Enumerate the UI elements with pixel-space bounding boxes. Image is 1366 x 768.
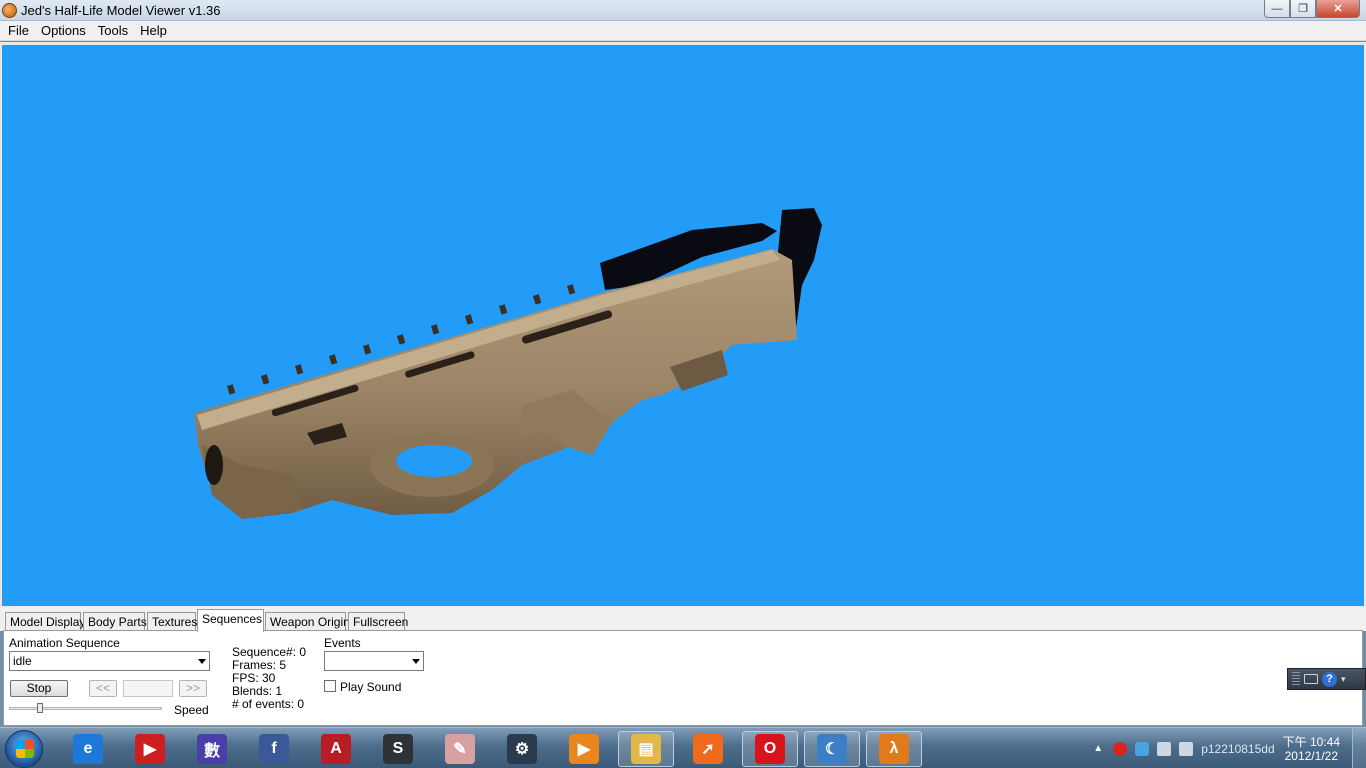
internet-explorer-icon: e [73,734,103,764]
prev-frame-button[interactable]: << [89,680,117,697]
taskbar-app-button[interactable]: ▶ [556,731,612,767]
play-sound-checkbox[interactable] [324,680,336,692]
app-icon [2,3,17,18]
math-app-icon: 數 [197,734,227,764]
model-viewport[interactable] [2,45,1364,606]
tab-textures[interactable]: Textures [147,612,197,631]
animation-sequence-select[interactable]: idle [9,651,210,671]
tray-user-text: p12210815dd [1201,741,1275,756]
antivirus-tray-icon[interactable] [1113,741,1128,756]
tab-model-display[interactable]: Model Display [5,612,85,631]
volume-tray-icon[interactable] [1179,741,1194,756]
next-frame-button[interactable]: >> [179,680,207,697]
speed-slider-thumb[interactable] [36,703,43,713]
frames-text: Frames: 5 [232,658,287,672]
window-controls: — ❐ ✕ [1264,0,1360,18]
frame-input[interactable] [123,680,173,697]
taskbar-app-button[interactable]: S [370,731,426,767]
chevron-down-icon[interactable]: ▾ [1341,674,1346,685]
blends-text: Blends: 1 [232,684,283,698]
window-title: Jed's Half-Life Model Viewer v1.36 [21,3,221,18]
half-life-icon: λ [879,734,909,764]
clock-time: 下午 10:44 [1282,734,1340,749]
menu-bar: File Options Tools Help [0,21,1366,41]
taskbar-app-button[interactable]: ➚ [680,731,736,767]
facebook-icon: f [259,734,289,764]
viewport-frame [0,42,1366,607]
play-sound-label: Play Sound [340,680,402,694]
3dsmax-icon: S [383,734,413,764]
taskbar-app-button[interactable]: λ [866,731,922,767]
events-label: Events [324,636,361,650]
tab-weapon-origin[interactable]: Weapon Origin [265,612,350,631]
autocad-icon: A [321,734,351,764]
tab-sequences[interactable]: Sequences [197,609,264,632]
file-explorer-icon: ▤ [631,734,661,764]
dropbox-tray-icon[interactable] [1135,741,1150,756]
stop-button[interactable]: Stop [10,680,68,697]
tab-strip: Model Display Body Parts Textures Sequen… [0,607,1366,632]
chevron-down-icon [198,659,206,664]
opera-icon: O [755,734,785,764]
speed-slider-track[interactable] [9,707,162,710]
tray-expand-icon[interactable]: ▲ [1093,743,1103,754]
animation-sequence-label: Animation Sequence [9,636,120,650]
weapon-model [194,208,822,519]
arrow-app-icon: ➚ [693,734,723,764]
tab-body-parts[interactable]: Body Parts [83,612,147,631]
maximize-button[interactable]: ❐ [1290,0,1316,18]
show-desktop-button[interactable] [1352,728,1366,768]
menu-file[interactable]: File [2,23,35,38]
keyboard-icon[interactable] [1304,674,1318,684]
youtube-icon: ▶ [135,734,165,764]
taskbar-app-button[interactable]: f [246,731,302,767]
system-tray: ▲ p12210815dd 下午 10:44 2012/1/22 [1093,728,1366,768]
sequence-number-text: Sequence#: 0 [232,645,307,659]
taskbar-app-button[interactable]: e [60,731,116,767]
start-button[interactable] [5,730,43,768]
windows-logo-icon [16,740,34,758]
animation-sequence-value: idle [13,654,32,668]
clock[interactable]: 下午 10:44 2012/1/22 [1283,735,1340,763]
events-count-text: # of events: 0 [232,697,305,711]
help-icon[interactable]: ? [1322,671,1337,687]
chevron-down-icon [412,659,420,664]
title-bar: Jed's Half-Life Model Viewer v1.36 — ❐ ✕ [0,0,1366,21]
taskbar-app-button[interactable]: ▶ [122,731,178,767]
taskbar-app-button[interactable]: ✎ [432,731,488,767]
taskbar-app-button[interactable]: ▤ [618,731,674,767]
anime-app-icon: ✎ [445,734,475,764]
language-bar: ? ▾ [1287,668,1366,690]
minimize-button[interactable]: — [1264,0,1290,18]
events-select[interactable] [324,651,424,671]
grip-handle-icon[interactable] [1292,672,1300,686]
menu-options[interactable]: Options [35,23,92,38]
moon-app-icon: ☾ [817,734,847,764]
clock-date: 2012/1/22 [1284,748,1338,763]
menu-tools[interactable]: Tools [92,23,134,38]
taskbar-app-button[interactable]: O [742,731,798,767]
sequences-panel: Animation Sequence idle Stop << >> Speed… [3,630,1363,726]
taskbar: e ▶ 數 f A S ✎ ⚙ ▶ ▤ ➚ O ☾ λ ▲ p12210815dd 下午 10:44 20… [0,727,1366,768]
network-tray-icon[interactable] [1157,741,1172,756]
taskbar-app-button[interactable]: ⚙ [494,731,550,767]
tab-fullscreen[interactable]: Fullscreen [348,612,408,631]
speed-label: Speed [174,703,209,717]
taskbar-app-button[interactable]: A [308,731,364,767]
fps-text: FPS: 30 [232,671,276,685]
taskbar-app-button[interactable]: 數 [184,731,240,767]
taskbar-app-button[interactable]: ☾ [804,731,860,767]
steam-icon: ⚙ [507,734,537,764]
close-button[interactable]: ✕ [1316,0,1360,18]
media-player-icon: ▶ [569,734,599,764]
menu-help[interactable]: Help [134,23,173,38]
